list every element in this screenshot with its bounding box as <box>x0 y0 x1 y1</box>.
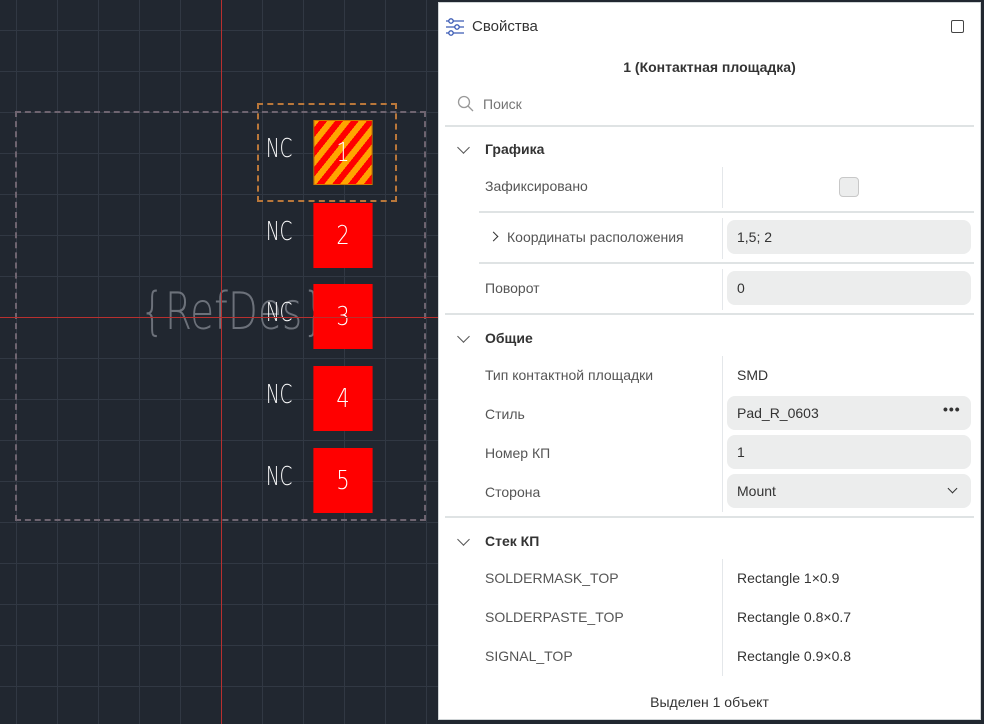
divider <box>445 125 974 127</box>
pad-type-label: Тип контактной площадки <box>485 367 654 383</box>
rotation-label: Поворот <box>485 280 540 296</box>
stack-layer: SOLDERPASTE_TOP <box>485 609 624 625</box>
search-input[interactable] <box>483 93 963 115</box>
refdes-label: {RefDes} <box>140 282 328 342</box>
pad-4[interactable]: 4 <box>313 366 373 431</box>
stack-layer: SOLDERMASK_TOP <box>485 570 619 586</box>
stack-layer: SIGNAL_TOP <box>485 648 573 664</box>
properties-panel: Свойства 1 (Контактная площадка) Графика… <box>438 2 981 720</box>
section-general[interactable]: Общие <box>485 330 533 346</box>
pad-5[interactable]: 5 <box>313 448 373 513</box>
chevron-down-icon[interactable] <box>457 330 470 343</box>
object-title: 1 (Контактная площадка) <box>623 59 796 75</box>
rotation-field[interactable]: 0 <box>727 271 971 305</box>
more-options-icon[interactable]: ••• <box>943 401 961 417</box>
pad-net-label: NC <box>266 298 293 328</box>
stack-shape: Rectangle 0.8×0.7 <box>737 609 852 625</box>
pad-net-label: NC <box>266 217 293 247</box>
pad-number-label: Номер КП <box>485 445 551 461</box>
section-graphics[interactable]: Графика <box>485 141 544 157</box>
pad-2[interactable]: 2 <box>313 203 373 268</box>
maximize-button[interactable] <box>951 20 964 33</box>
style-label: Стиль <box>485 406 525 422</box>
search-icon <box>457 95 474 112</box>
crosshair-horizontal <box>0 317 440 318</box>
fixed-label: Зафиксировано <box>485 178 588 194</box>
pcb-canvas[interactable]: {RefDes} NC NC NC NC NC 1 2 3 4 5 <box>0 0 440 724</box>
fixed-checkbox[interactable] <box>839 177 859 197</box>
selection-box <box>257 103 397 202</box>
stack-shape: Rectangle 1×0.9 <box>737 570 840 586</box>
pad-net-label: NC <box>266 462 293 492</box>
panel-title: Свойства <box>472 18 538 35</box>
chevron-down-icon[interactable] <box>457 533 470 546</box>
coords-field[interactable]: 1,5; 2 <box>727 220 971 254</box>
side-select[interactable]: Mount <box>727 474 971 508</box>
side-label: Сторона <box>485 484 541 500</box>
stack-shape: Rectangle 0.9×0.8 <box>737 648 852 664</box>
section-pad-stack[interactable]: Стек КП <box>485 533 539 549</box>
chevron-down-icon[interactable] <box>457 141 470 154</box>
chevron-right-icon[interactable] <box>488 231 499 242</box>
pad-net-label: NC <box>266 380 293 410</box>
pad-type-value: SMD <box>737 367 769 383</box>
style-field[interactable]: Pad_R_0603 <box>727 396 971 430</box>
coords-label: Координаты расположения <box>507 229 684 245</box>
crosshair-vertical <box>221 0 222 724</box>
status-text: Выделен 1 объект <box>650 694 769 710</box>
sliders-icon <box>446 18 464 36</box>
pad-number-field[interactable]: 1 <box>727 435 971 469</box>
